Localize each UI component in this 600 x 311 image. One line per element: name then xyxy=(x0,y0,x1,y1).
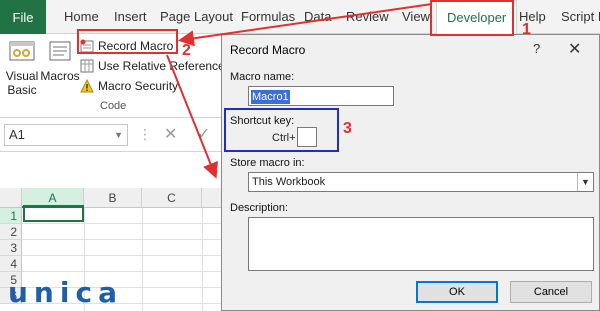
record-macro-dialog: Record Macro ? ✕ Macro name: Macro1 Shor… xyxy=(221,34,600,311)
description-textarea[interactable] xyxy=(248,217,594,271)
active-cell-a1[interactable] xyxy=(23,205,84,222)
tab-file[interactable]: File xyxy=(0,0,46,34)
macro-security-label: Macro Security xyxy=(98,79,179,93)
cancel-button[interactable]: Cancel xyxy=(510,281,592,303)
macro-name-label: Macro name: xyxy=(230,71,295,83)
use-relative-references-button[interactable]: Use Relative References xyxy=(80,57,231,75)
macros-icon xyxy=(46,38,74,66)
column-header-c[interactable]: C xyxy=(142,188,202,208)
row-header-3[interactable]: 3 xyxy=(0,240,22,256)
chevron-down-icon[interactable]: ▼ xyxy=(114,125,123,145)
grid-divider xyxy=(142,208,143,311)
grid-divider xyxy=(202,208,203,311)
annotation-number-3: 3 xyxy=(343,120,352,137)
grid-row xyxy=(22,256,222,272)
name-box[interactable]: A1 ▼ xyxy=(4,124,128,146)
macros-label: Macros xyxy=(40,69,80,83)
tab-script-lab[interactable]: Script La xyxy=(561,0,600,34)
annotation-box-record-macro xyxy=(77,29,178,54)
macro-name-input[interactable]: Macro1 xyxy=(248,86,394,106)
unica-logo: unica xyxy=(8,276,123,309)
warning-icon xyxy=(80,78,94,93)
grid-row xyxy=(22,240,222,256)
help-icon[interactable]: ? xyxy=(533,41,540,56)
cancel-entry-icon[interactable]: ✕ xyxy=(164,124,177,144)
name-box-value: A1 xyxy=(9,127,25,142)
annotation-number-2: 2 xyxy=(182,42,191,59)
macro-name-value: Macro1 xyxy=(251,90,290,104)
tab-review[interactable]: Review xyxy=(346,0,389,34)
tab-data[interactable]: Data xyxy=(304,0,331,34)
row-header-1[interactable]: 1 xyxy=(0,208,22,224)
select-all-corner[interactable] xyxy=(0,188,22,208)
more-options-icon: ⋮ xyxy=(138,126,152,142)
confirm-entry-icon[interactable]: ✓ xyxy=(197,124,210,144)
store-macro-select[interactable]: This Workbook ▼ xyxy=(248,172,594,192)
grid-row xyxy=(22,224,222,240)
store-macro-label: Store macro in: xyxy=(230,157,305,169)
annotation-box-developer xyxy=(430,0,514,36)
chevron-down-icon[interactable]: ▼ xyxy=(577,173,593,191)
column-header-b[interactable]: B xyxy=(84,188,142,208)
code-group-label: Code xyxy=(100,100,127,112)
visual-basic-icon xyxy=(8,38,36,66)
macros-button[interactable]: Macros xyxy=(40,38,80,83)
column-header-partial[interactable] xyxy=(202,188,222,208)
row-header-2[interactable]: 2 xyxy=(0,224,22,240)
relative-references-icon xyxy=(80,59,94,73)
use-relative-references-label: Use Relative References xyxy=(98,59,231,73)
macro-security-button[interactable]: Macro Security xyxy=(80,77,178,95)
visual-basic-label: Visual Basic xyxy=(5,69,39,97)
tab-view[interactable]: View xyxy=(402,0,430,34)
close-icon[interactable]: ✕ xyxy=(568,39,581,59)
store-macro-value: This Workbook xyxy=(252,176,326,188)
dialog-title: Record Macro xyxy=(230,43,306,57)
tab-formulas[interactable]: Formulas xyxy=(241,0,295,34)
annotation-box-shortcut xyxy=(224,108,339,152)
description-label: Description: xyxy=(230,202,289,214)
ok-button[interactable]: OK xyxy=(416,281,498,303)
annotation-number-1: 1 xyxy=(522,21,531,38)
row-header-4[interactable]: 4 xyxy=(0,256,22,272)
visual-basic-button[interactable]: Visual Basic xyxy=(2,38,42,97)
